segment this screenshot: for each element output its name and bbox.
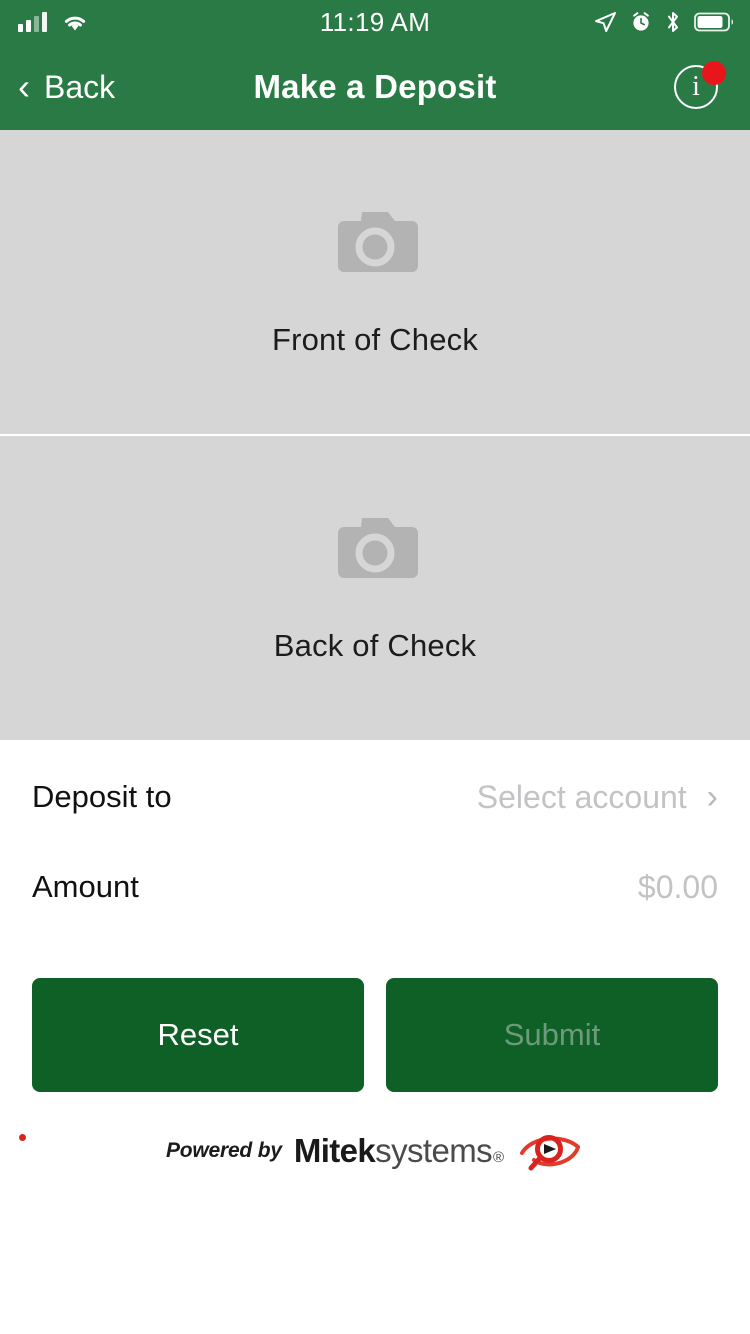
action-button-row: Reset Submit <box>32 978 718 1092</box>
back-of-check-capture[interactable]: Back of Check <box>0 436 750 740</box>
deposit-screen: 11:19 AM ‹ Back Make a Deposit i Front o… <box>0 0 750 1334</box>
chevron-right-icon: › <box>706 778 718 816</box>
deposit-to-value-group: Select account › <box>477 779 718 816</box>
back-of-check-label: Back of Check <box>273 628 477 663</box>
deposit-form: Deposit to Select account › Amount $0.00 <box>0 740 750 920</box>
info-button[interactable]: i <box>674 61 726 113</box>
alarm-clock-icon <box>630 11 652 33</box>
submit-button[interactable]: Submit <box>386 978 718 1092</box>
mitek-i-dot-icon <box>19 1134 26 1141</box>
navigation-bar: ‹ Back Make a Deposit i <box>0 44 750 130</box>
camera-icon <box>330 512 420 584</box>
notification-badge <box>702 61 726 85</box>
amount-value[interactable]: $0.00 <box>638 869 718 906</box>
bluetooth-icon <box>665 10 681 34</box>
mitek-eye-logo-icon <box>518 1130 584 1172</box>
powered-by-footer: Powered by Mitek systems ® <box>0 1130 750 1172</box>
status-bar: 11:19 AM <box>0 0 750 44</box>
registered-trademark-mark: ® <box>492 1149 505 1166</box>
amount-label: Amount <box>32 869 139 904</box>
deposit-to-label: Deposit to <box>32 779 172 814</box>
location-arrow-icon <box>593 11 617 33</box>
page-title: Make a Deposit <box>253 68 497 105</box>
front-of-check-capture[interactable]: Front of Check <box>0 130 750 434</box>
amount-row[interactable]: Amount $0.00 <box>0 842 750 932</box>
mitek-brand-light: systems <box>375 1132 492 1169</box>
deposit-to-row[interactable]: Deposit to Select account › <box>0 752 750 842</box>
check-capture-area: Front of Check Back of Check <box>0 130 750 740</box>
powered-by-label: Powered by <box>165 1139 282 1162</box>
amount-value-group: $0.00 <box>638 869 718 906</box>
camera-icon <box>330 206 420 278</box>
status-bar-time: 11:19 AM <box>319 6 431 37</box>
mitek-brand-bold: Mitek <box>293 1132 376 1169</box>
mitek-wordmark: Mitek systems ® <box>19 1132 505 1170</box>
reset-button[interactable]: Reset <box>32 978 364 1092</box>
battery-icon <box>694 12 736 32</box>
deposit-to-value: Select account <box>476 778 687 815</box>
front-of-check-label: Front of Check <box>271 322 479 357</box>
status-bar-right <box>593 0 736 44</box>
